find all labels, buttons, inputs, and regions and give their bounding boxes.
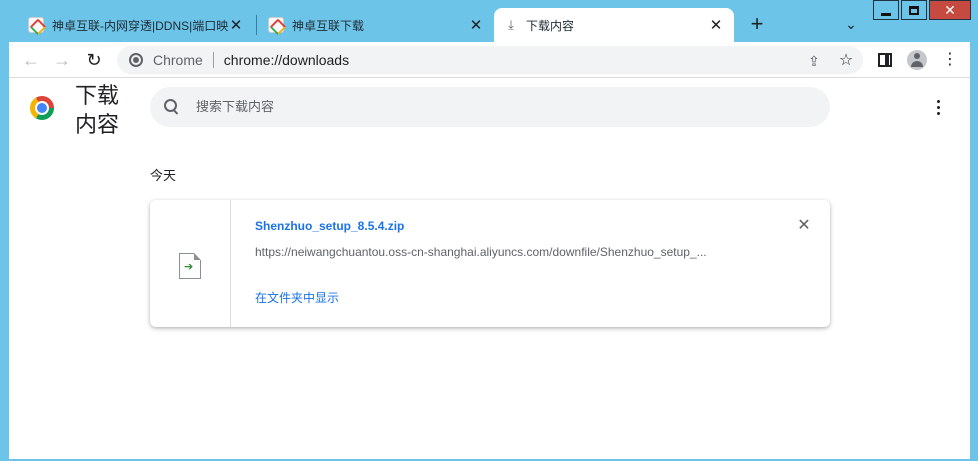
omnibox-label: Chrome <box>153 52 203 68</box>
chrome-logo-icon <box>30 96 54 120</box>
close-icon: ✕ <box>944 2 956 18</box>
shenzhuo-favicon-icon <box>268 17 284 33</box>
more-actions-icon[interactable] <box>928 96 948 118</box>
browser-menu-button[interactable]: ⋮ <box>940 50 960 70</box>
tab-shenzhuo-home[interactable]: 神卓互联-内网穿透|DDNS|端口映射 ✕ <box>18 8 254 42</box>
download-icon: ⤓ <box>508 17 514 32</box>
minimize-icon <box>881 12 891 16</box>
search-input[interactable] <box>196 99 796 115</box>
browser-toolbar: ← → ↻ Chrome chrome://downloads ⇪ ☆ ⋮ <box>9 42 970 78</box>
download-item: ➔ Shenzhuo_setup_8.5.4.zip https://neiwa… <box>150 200 830 327</box>
file-icon-column: ➔ <box>150 200 231 327</box>
tab-shenzhuo-download[interactable]: 神卓互联下载 ✕ <box>258 8 494 42</box>
file-name-link[interactable]: Shenzhuo_setup_8.5.4.zip <box>255 219 404 233</box>
show-in-folder-link[interactable]: 在文件夹中显示 <box>255 289 339 306</box>
tab-close-icon[interactable]: ✕ <box>228 17 244 34</box>
tab-downloads[interactable]: ⤓ 下载内容 ✕ <box>494 8 734 42</box>
bookmark-star-icon[interactable]: ☆ <box>837 52 855 70</box>
tab-title: 神卓互联-内网穿透|DDNS|端口映射 <box>52 18 228 33</box>
address-bar[interactable]: Chrome chrome://downloads ⇪ ☆ <box>117 46 863 74</box>
tab-title: 下载内容 <box>526 18 575 33</box>
remove-download-close-icon[interactable]: ✕ <box>795 217 813 235</box>
side-panel-button[interactable] <box>875 50 895 70</box>
minimize-button[interactable] <box>873 0 899 20</box>
tab-title: 神卓互联下载 <box>292 18 365 33</box>
tab-close-icon[interactable]: ✕ <box>708 17 724 34</box>
tab-strip: 神卓互联-内网穿透|DDNS|端口映射 ✕ 神卓互联下载 ✕ ⤓ 下载内容 ✕ … <box>0 0 978 42</box>
maximize-icon <box>909 5 919 15</box>
back-button[interactable]: ← <box>21 50 41 70</box>
date-header: 今天 <box>150 169 177 184</box>
profile-button[interactable] <box>907 50 927 70</box>
tab-search-chevron-icon[interactable]: ⌄ <box>842 16 860 34</box>
side-panel-icon <box>878 53 892 67</box>
search-icon[interactable] <box>164 99 180 115</box>
file-source-url: https://neiwangchuantou.oss-cn-shanghai.… <box>255 245 707 259</box>
shenzhuo-favicon-icon <box>28 17 44 33</box>
tab-separator <box>256 15 257 35</box>
search-downloads-bar[interactable] <box>150 87 830 127</box>
url-text[interactable]: chrome://downloads <box>224 52 349 68</box>
forward-button[interactable]: → <box>52 50 72 70</box>
maximize-button[interactable] <box>901 0 927 20</box>
omnibox-separator <box>212 52 214 68</box>
window-close-button[interactable]: ✕ <box>929 0 971 20</box>
new-tab-button[interactable]: + <box>746 13 768 36</box>
reload-button[interactable]: ↻ <box>84 50 104 70</box>
tab-close-icon[interactable]: ✕ <box>468 17 484 34</box>
chrome-icon <box>129 53 143 67</box>
file-icon: ➔ <box>179 253 201 279</box>
page-title: 下载内容 <box>75 84 120 138</box>
share-icon[interactable]: ⇪ <box>805 52 823 70</box>
avatar-icon <box>907 50 927 70</box>
